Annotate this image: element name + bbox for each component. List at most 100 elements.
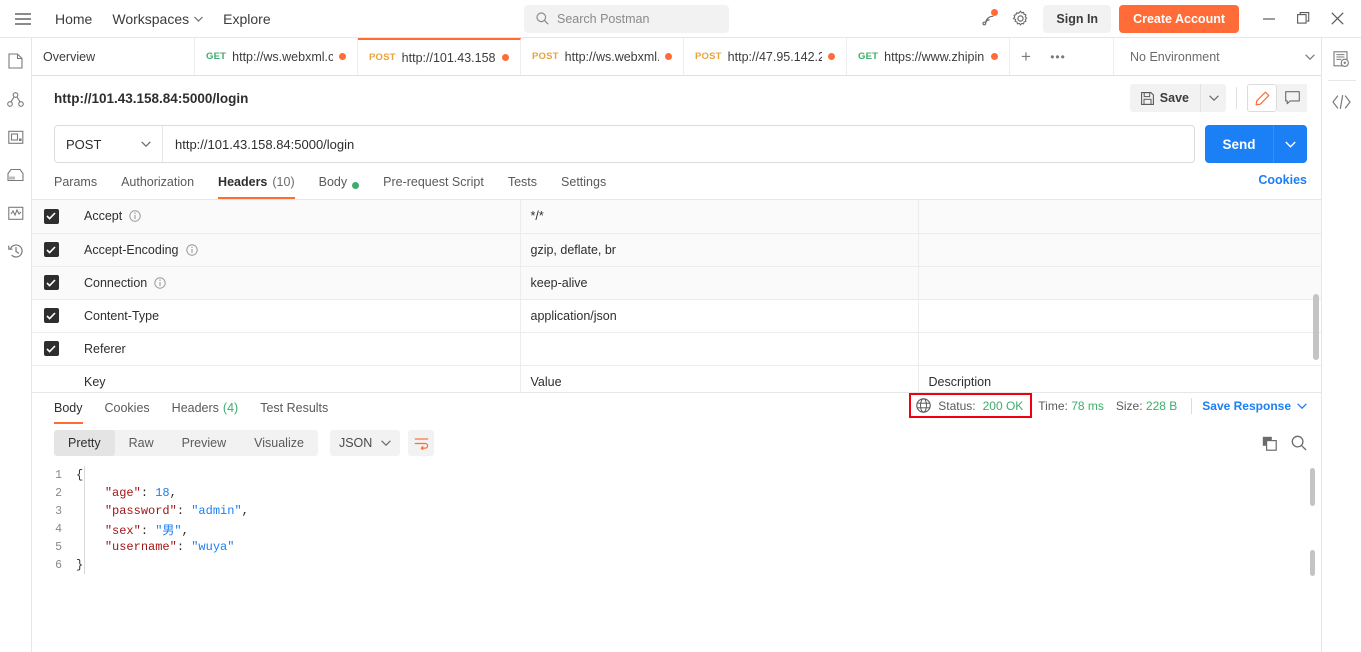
edit-mode-icon[interactable] [1247,84,1277,112]
hamburger-icon[interactable] [10,6,36,32]
save-response-button[interactable]: Save Response [1202,399,1307,413]
tab-authorization[interactable]: Authorization [121,168,194,199]
header-key-cell[interactable]: Accept-Encoding [70,233,521,267]
comment-mode-icon[interactable] [1277,84,1307,112]
status-badge[interactable]: Status: 200 OK [909,393,1033,418]
info-icon[interactable] [129,210,141,222]
nav-home[interactable]: Home [46,6,101,32]
response-tab-headers[interactable]: Headers (4) [172,401,239,424]
minimize-icon[interactable] [1253,4,1285,34]
tab-request-2[interactable]: POST http://ws.webxml.cc [521,38,684,75]
mock-servers-icon[interactable] [4,164,28,186]
format-selector[interactable]: JSON [329,430,401,456]
tab-headers[interactable]: Headers (10) [218,168,295,199]
sign-in-button[interactable]: Sign In [1043,4,1112,33]
nav-explore[interactable]: Explore [214,6,279,32]
table-row[interactable]: Referer [32,332,1321,366]
save-button[interactable]: Save [1129,84,1200,112]
view-pretty[interactable]: Pretty [54,430,115,456]
row-checkbox[interactable] [43,341,59,356]
tab-params[interactable]: Params [54,168,97,199]
header-value-cell[interactable]: */* [520,200,919,234]
response-tab-cookies[interactable]: Cookies [105,401,150,424]
response-header: Body Cookies Headers (4) Test Results St… [32,392,1321,424]
new-desc-input[interactable]: Description [918,365,1321,392]
nav-workspaces[interactable]: Workspaces [103,6,212,32]
environment-quick-look-icon[interactable] [1322,38,1361,80]
table-row[interactable]: Connection keep-alive [32,266,1321,300]
row-checkbox[interactable] [43,208,59,224]
tab-body[interactable]: Body [319,168,360,199]
table-row[interactable]: Content-Type application/json [32,299,1321,333]
header-key-cell[interactable]: Referer [70,332,521,366]
header-key-cell[interactable]: Content-Type [70,299,521,333]
new-value-input[interactable]: Value [520,365,919,392]
info-icon[interactable] [185,243,198,256]
tab-options-button[interactable]: ••• [1042,38,1074,75]
save-label: Save [1159,91,1189,105]
method-selector[interactable]: POST [55,126,163,162]
search-placeholder: Search Postman [557,11,650,26]
send-options-button[interactable] [1273,125,1307,163]
header-desc-cell[interactable] [918,266,1321,300]
header-key-cell[interactable]: Connection [70,266,521,300]
header-key-cell[interactable]: Accept [70,200,521,234]
tab-pre-request-script[interactable]: Pre-request Script [383,168,484,199]
history-icon[interactable] [4,240,28,262]
header-desc-cell[interactable] [918,233,1321,267]
url-input[interactable] [163,126,1194,162]
response-body-code[interactable]: 1{ 2 "age": 18, 3 "password": "admin", 4… [32,462,1321,652]
copy-icon[interactable] [1262,436,1277,451]
search-input[interactable]: Search Postman [524,4,729,33]
info-icon[interactable] [154,276,166,289]
environment-selector[interactable]: No Environment [1126,43,1321,71]
code-scrollbar-top[interactable] [1310,468,1315,506]
send-button[interactable]: Send [1205,125,1273,163]
collections-icon[interactable] [4,50,28,72]
cookies-link[interactable]: Cookies [1258,173,1307,195]
close-icon[interactable] [1321,4,1353,34]
table-row[interactable]: Accept-Encoding gzip, deflate, br [32,233,1321,267]
search-icon[interactable] [1291,435,1307,451]
header-value-cell[interactable]: keep-alive [520,266,919,300]
tab-request-1[interactable]: POST http://101.43.158.84 [358,38,521,75]
create-account-button[interactable]: Create Account [1119,4,1239,33]
tab-request-4[interactable]: GET https://www.zhipin.c [847,38,1010,75]
tab-request-0[interactable]: GET http://ws.webxml.cor [195,38,358,75]
wrap-lines-icon[interactable] [408,430,435,456]
response-tab-test-results[interactable]: Test Results [260,401,328,424]
row-checkbox[interactable] [43,275,59,290]
view-raw[interactable]: Raw [115,430,168,456]
code-snippet-icon[interactable] [1322,81,1361,123]
header-value-cell[interactable]: gzip, deflate, br [520,233,919,267]
apis-icon[interactable] [4,88,28,110]
header-value-cell[interactable]: application/json [520,299,919,333]
code-scrollbar-bottom[interactable] [1310,550,1315,576]
tab-overview[interactable]: Overview [32,38,195,75]
tab-tests[interactable]: Tests [508,168,537,199]
sync-status-icon[interactable] [973,5,1003,33]
header-desc-cell[interactable] [918,200,1321,234]
new-key-input[interactable]: Key [70,365,521,392]
tab-settings[interactable]: Settings [561,168,606,199]
new-tab-button[interactable]: + [1010,38,1042,75]
gear-icon[interactable] [1005,5,1035,33]
table-row-empty[interactable]: Key Value Description [32,365,1321,392]
environments-icon[interactable] [4,126,28,148]
response-tab-body[interactable]: Body [54,401,83,424]
header-desc-cell[interactable] [918,299,1321,333]
status-label: Status: [938,398,976,413]
headers-scrollbar[interactable] [1313,294,1319,360]
code-content-4: "username": "wuya" [104,540,235,554]
tab-request-3[interactable]: POST http://47.95.142.233 [684,38,847,75]
view-visualize[interactable]: Visualize [240,430,318,456]
header-value-cell[interactable] [520,332,919,366]
save-options-button[interactable] [1200,84,1226,112]
view-preview[interactable]: Preview [168,430,240,456]
header-desc-cell[interactable] [918,332,1321,366]
monitors-icon[interactable] [4,202,28,224]
row-checkbox[interactable] [43,242,59,257]
table-row[interactable]: Accept */* [32,200,1321,234]
row-checkbox[interactable] [43,308,59,323]
maximize-icon[interactable] [1287,4,1319,34]
